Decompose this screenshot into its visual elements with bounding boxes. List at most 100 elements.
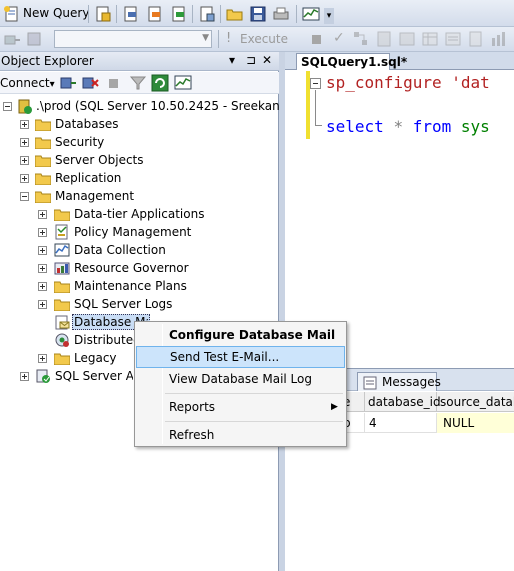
column-header[interactable]: source_databas: [437, 392, 514, 412]
column-header-label: source_databas: [440, 395, 514, 409]
expand-icon[interactable]: [20, 372, 29, 381]
code-line-2[interactable]: select * from sys: [326, 117, 490, 136]
expand-icon[interactable]: [20, 174, 29, 183]
expand-icon[interactable]: [38, 210, 47, 219]
chevron-down-icon: ▾: [49, 79, 55, 90]
grid-cell[interactable]: 4: [365, 413, 437, 433]
tree-node-replication[interactable]: Replication: [0, 169, 279, 187]
tree-node-resource-governor[interactable]: Resource Governor: [0, 259, 279, 277]
tab-messages[interactable]: Messages: [357, 372, 441, 391]
connect-object-explorer-icon[interactable]: [59, 74, 77, 92]
execute-icon[interactable]: !: [226, 31, 231, 46]
stop-icon[interactable]: [312, 35, 321, 44]
tree-node-data-collection[interactable]: Data Collection: [0, 241, 279, 259]
new-query-icon[interactable]: [3, 5, 21, 23]
code-text-line-1: sp_configure 'dat: [326, 73, 490, 92]
expand-icon[interactable]: [20, 120, 29, 129]
folder-icon: [34, 136, 52, 150]
results-to-grid-icon[interactable]: [421, 30, 439, 48]
tree-node-label: Server Objects: [55, 153, 144, 167]
tree-node-maintenance-plans[interactable]: Maintenance Plans: [0, 277, 279, 295]
tree-node-sql-server-logs[interactable]: SQL Server Logs: [0, 295, 279, 313]
expand-icon[interactable]: [38, 228, 47, 237]
results-to-text-icon[interactable]: [444, 30, 462, 48]
expand-icon[interactable]: [20, 138, 29, 147]
toolbar-separator: [88, 5, 89, 23]
folder-icon: [53, 280, 71, 294]
column-header[interactable]: database_id: [365, 392, 441, 412]
filter-icon[interactable]: [129, 74, 147, 92]
tree-node-policy-management[interactable]: Policy Management: [0, 223, 279, 241]
parse-icon[interactable]: ✓: [333, 30, 345, 46]
sql-agent-icon: [35, 368, 51, 384]
connect-query-icon[interactable]: [3, 30, 21, 48]
change-connection-icon[interactable]: [26, 30, 44, 48]
menu-item-send-test-email[interactable]: Send Test E-Mail...: [136, 346, 345, 368]
chevron-down-icon: ▼: [202, 33, 209, 43]
tab-label: Messages: [382, 375, 441, 389]
expand-icon[interactable]: [38, 246, 47, 255]
analysis-xmla-query-icon[interactable]: [170, 5, 188, 23]
stop-icon[interactable]: [109, 79, 118, 88]
collapse-icon[interactable]: [20, 192, 29, 201]
menu-item-view-database-mail-log[interactable]: View Database Mail Log: [135, 368, 345, 390]
menu-item-configure-database-mail[interactable]: Configure Database Mail: [135, 324, 345, 346]
expand-icon[interactable]: [38, 282, 47, 291]
folder-open-icon: [34, 190, 52, 204]
toolbar-overflow-icon[interactable]: ▾: [324, 8, 334, 24]
tree-node-management[interactable]: Management: [0, 187, 279, 205]
column-header-label: database_id: [368, 395, 441, 409]
folder-icon: [53, 298, 71, 312]
execute-button[interactable]: Execute: [240, 32, 288, 46]
intellisense-icon[interactable]: [398, 30, 416, 48]
auto-hide-pin-icon[interactable]: ⊐: [246, 53, 256, 67]
collapse-icon[interactable]: [3, 102, 12, 111]
activity-monitor-icon[interactable]: [302, 5, 320, 23]
open-folder-icon[interactable]: [226, 5, 244, 23]
collapse-region-icon[interactable]: [310, 78, 321, 89]
close-icon[interactable]: ✕: [262, 53, 272, 67]
toolbar-separator: [296, 5, 297, 23]
grid-cell[interactable]: NULL: [437, 413, 514, 433]
menu-item-refresh[interactable]: Refresh: [135, 424, 345, 446]
print-icon[interactable]: [272, 5, 290, 23]
tree-node-security[interactable]: Security: [0, 133, 279, 151]
resource-governor-icon: [54, 260, 70, 276]
expand-icon[interactable]: [38, 300, 47, 309]
tree-node-label: Data-tier Applications: [74, 207, 205, 221]
tab-sqlquery1[interactable]: SQLQuery1.sql*: [296, 53, 407, 70]
client-statistics-icon[interactable]: [490, 30, 508, 48]
code-line-1[interactable]: sp_configure 'dat: [326, 73, 490, 92]
save-icon[interactable]: [249, 5, 267, 23]
analysis-dmx-query-icon[interactable]: [146, 5, 164, 23]
new-file-icon[interactable]: [198, 5, 216, 23]
available-databases-dropdown[interactable]: ▼: [54, 30, 212, 48]
tree-node-label: Legacy: [74, 351, 117, 365]
results-to-file-icon[interactable]: [467, 30, 485, 48]
database-engine-query-icon[interactable]: [94, 5, 112, 23]
tree-node-server[interactable]: .\prod (SQL Server 10.50.2425 - Sreekant…: [0, 97, 319, 115]
tree-node-label: Databases: [55, 117, 119, 131]
submenu-arrow-icon: ▶: [331, 402, 338, 412]
panel-title: Object Explorer: [1, 54, 94, 68]
tree-node-databases[interactable]: Databases: [0, 115, 279, 133]
menu-item-label: View Database Mail Log: [169, 372, 312, 386]
disconnect-icon[interactable]: [81, 74, 99, 92]
refresh-icon[interactable]: [151, 74, 169, 92]
query-options-icon[interactable]: [375, 30, 393, 48]
tree-node-server-objects[interactable]: Server Objects: [0, 151, 279, 169]
new-query-button[interactable]: New Query: [23, 6, 89, 20]
expand-icon[interactable]: [20, 156, 29, 165]
tree-node-label: Policy Management: [74, 225, 192, 239]
tree-node-data-tier-applications[interactable]: Data-tier Applications: [0, 205, 279, 223]
data-collection-icon: [54, 242, 70, 258]
analysis-mdx-query-icon[interactable]: [122, 5, 140, 23]
expand-icon[interactable]: [38, 264, 47, 273]
window-position-icon[interactable]: ▾: [229, 53, 235, 67]
connect-button[interactable]: Connect▾: [0, 76, 55, 90]
editor-area: SQLQuery1.sql* sp_configure 'dat select …: [285, 52, 514, 571]
activity-monitor-icon[interactable]: [174, 74, 192, 92]
expand-icon[interactable]: [38, 354, 47, 363]
display-plan-icon[interactable]: [352, 30, 370, 48]
menu-item-reports[interactable]: Reports ▶: [135, 396, 345, 418]
